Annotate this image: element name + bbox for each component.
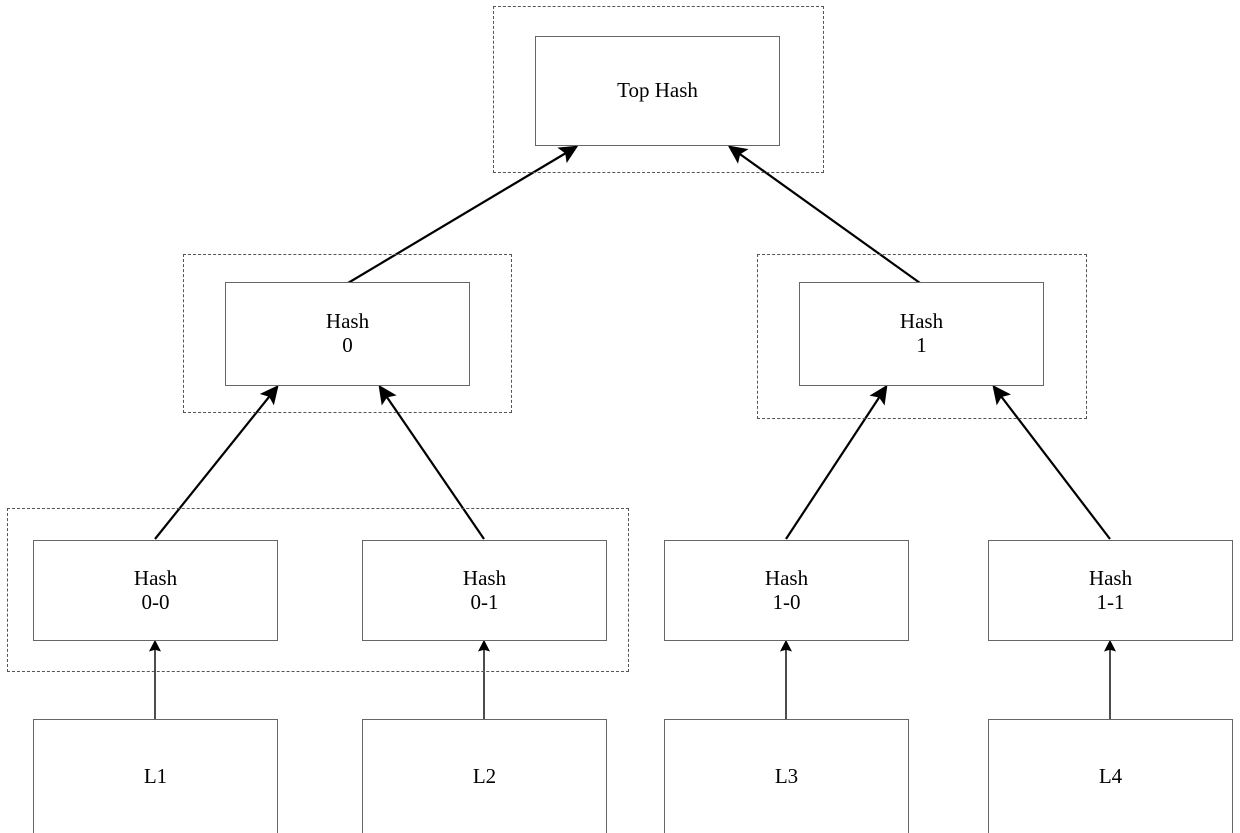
node-hash-0-1[interactable]: Hash 0-1	[362, 540, 607, 641]
node-l4[interactable]: L4	[988, 719, 1233, 833]
node-l1[interactable]: L1	[33, 719, 278, 833]
node-hash-1-sublabel: 1	[916, 333, 927, 357]
node-hash-1-1-sublabel: 1-1	[1096, 589, 1125, 614]
node-l4-label: L4	[1098, 764, 1123, 788]
node-top-hash-label: Top Hash	[617, 78, 698, 103]
node-hash-0-0[interactable]: Hash 0-0	[33, 540, 278, 641]
node-hash-1-0-label: Hash	[764, 565, 809, 590]
node-hash-1-1[interactable]: Hash 1-1	[988, 540, 1233, 641]
node-hash-0-1-label: Hash	[462, 565, 507, 590]
node-hash-1-0[interactable]: Hash 1-0	[664, 540, 909, 641]
node-hash-0-1-sublabel: 0-1	[470, 589, 499, 614]
node-l3-label: L3	[774, 764, 799, 788]
node-l3[interactable]: L3	[664, 719, 909, 833]
node-l2-label: L2	[472, 764, 497, 788]
node-l1-label: L1	[143, 764, 168, 788]
node-l2[interactable]: L2	[362, 719, 607, 833]
node-hash-1-1-label: Hash	[1088, 565, 1133, 590]
node-hash-1[interactable]: Hash 1	[799, 282, 1044, 386]
node-hash-0-sublabel: 0	[342, 333, 353, 357]
node-top-hash[interactable]: Top Hash	[535, 36, 780, 146]
node-hash-1-0-sublabel: 1-0	[772, 589, 801, 614]
node-hash-0-0-label: Hash	[133, 565, 178, 590]
node-hash-0[interactable]: Hash 0	[225, 282, 470, 386]
node-hash-0-0-sublabel: 0-0	[141, 589, 170, 614]
node-hash-0-label: Hash	[325, 309, 370, 334]
node-hash-1-label: Hash	[899, 309, 944, 334]
merkle-tree-diagram: Top Hash Hash 0 Hash 1 Hash 0-0 Hash 0-1…	[0, 0, 1240, 833]
